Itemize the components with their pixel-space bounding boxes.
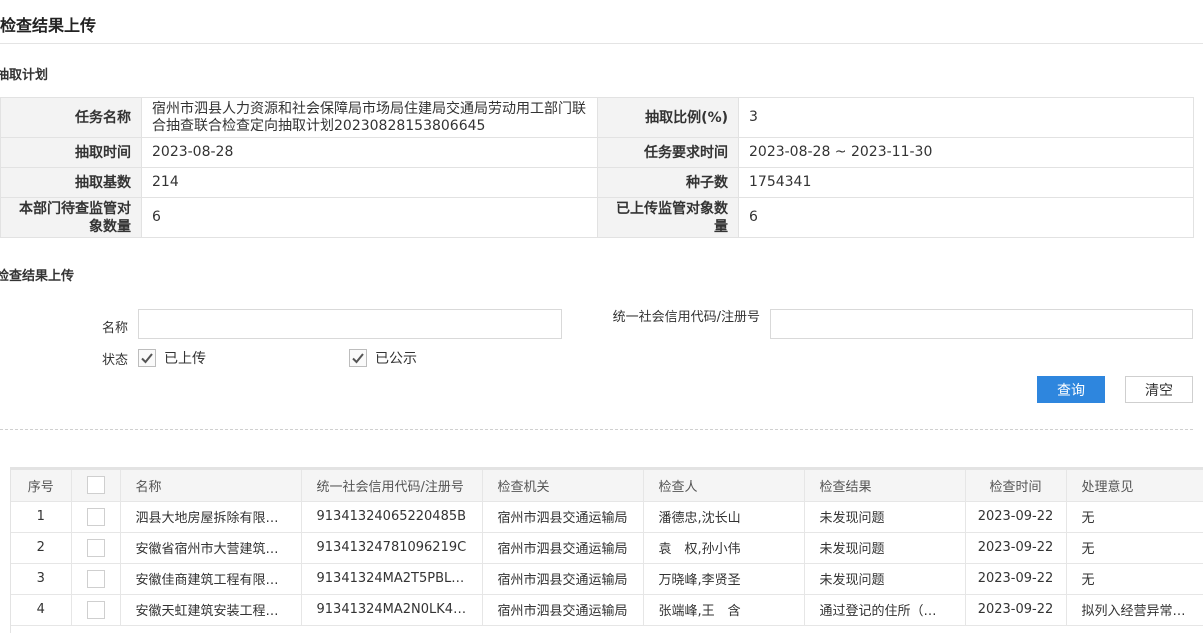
plan-info-table: 任务名称 宿州市泗县人力资源和社会保障局市场局住建局交通局劳动用工部门联合抽查联… <box>0 97 1194 238</box>
seed-value: 1754341 <box>738 167 1194 198</box>
credit-code-label: 统一社会信用代码/注册号 <box>612 310 760 325</box>
ratio-value: 3 <box>738 97 1194 138</box>
row-select[interactable] <box>71 594 121 626</box>
row-credit-code: 91341324065220485B <box>301 501 483 533</box>
row-agency: 宿州市泗县交通运输局 <box>482 532 644 564</box>
row-agency: 宿州市泗县交通运输局 <box>482 501 644 533</box>
col-inspector-header: 检查人 <box>643 470 805 502</box>
row-time: 2023-09-22 <box>965 501 1067 533</box>
row-opinion: 无 <box>1066 532 1203 564</box>
clear-button[interactable]: 清空 <box>1125 376 1193 403</box>
col-index-header: 序号 <box>11 470 72 502</box>
row-select[interactable] <box>71 532 121 564</box>
time-value: 2023-08-28 <box>141 137 598 168</box>
row-name: 泗县大地房屋拆除有限公司 <box>120 501 302 533</box>
row-result: 未发现问题 <box>804 532 966 564</box>
status-uploaded-label: 已上传 <box>164 351 206 367</box>
row-inspector: 袁 权,孙小伟 <box>643 532 805 564</box>
row-credit-code: 91341324MA2N0LK49H <box>301 594 483 626</box>
row-inspector: 潘德忠,沈长山 <box>643 501 805 533</box>
seed-label: 种子数 <box>597 167 739 198</box>
row-name: 安徽省宿州市大营建筑安装工程有限公司 <box>120 532 302 564</box>
query-button[interactable]: 查询 <box>1037 376 1105 403</box>
base-label: 抽取基数 <box>0 167 142 198</box>
row-time: 2023-09-22 <box>965 532 1067 564</box>
checkmark-icon <box>138 349 156 367</box>
row-agency: 宿州市泗县交通运输局 <box>482 594 644 626</box>
col-opinion-header: 处理意见 <box>1066 470 1203 502</box>
status-label: 状态 <box>101 353 128 368</box>
table-row[interactable]: 4 安徽天虹建筑安装工程有限公司 91341324MA2N0LK49H 宿州市泗… <box>11 594 1203 626</box>
task-name-value: 宿州市泗县人力资源和社会保障局市场局住建局交通局劳动用工部门联合抽查联合检查定向… <box>141 97 598 138</box>
checkmark-icon <box>349 349 367 367</box>
uploaded-label: 已上传监管对象数量 <box>597 197 739 238</box>
row-checkbox[interactable] <box>86 507 105 526</box>
credit-code-input[interactable] <box>770 309 1193 339</box>
table-row[interactable]: 3 安徽佳商建筑工程有限责任公司 91341324MA2T5PBL4U 宿州市泗… <box>11 563 1203 595</box>
pending-label: 本部门待查监管对象数量 <box>0 197 142 238</box>
row-index: 2 <box>11 532 72 564</box>
ratio-label: 抽取比例(%) <box>597 97 739 138</box>
row-result: 未发现问题 <box>804 563 966 595</box>
time-label: 抽取时间 <box>0 137 142 168</box>
pending-value: 6 <box>141 197 598 238</box>
row-opinion: 无 <box>1066 563 1203 595</box>
required-time-value: 2023-08-28 ~ 2023-11-30 <box>738 137 1194 168</box>
row-checkbox[interactable] <box>86 569 105 588</box>
table-row[interactable]: 2 安徽省宿州市大营建筑安装工程有限公司 91341324781096219C … <box>11 532 1203 564</box>
uploaded-value: 6 <box>738 197 1194 238</box>
col-agency-header: 检查机关 <box>482 470 644 502</box>
row-time: 2023-09-22 <box>965 563 1067 595</box>
select-all-checkbox[interactable] <box>86 476 105 495</box>
col-result-header: 检查结果 <box>804 470 966 502</box>
title-divider <box>0 43 1203 44</box>
row-checkbox[interactable] <box>86 538 105 557</box>
row-agency: 宿州市泗县交通运输局 <box>482 563 644 595</box>
row-time: 2023-09-22 <box>965 594 1067 626</box>
results-grid: 序号 名称 统一社会信用代码/注册号 检查机关 检查人 检查结果 检查时间 处理… <box>10 467 1203 633</box>
row-result: 未发现问题 <box>804 501 966 533</box>
row-opinion: 拟列入经营异常名录 <box>1066 594 1203 626</box>
name-label: 名称 <box>101 321 128 336</box>
table-row[interactable]: 1 泗县大地房屋拆除有限公司 91341324065220485B 宿州市泗县交… <box>11 501 1203 533</box>
row-index: 3 <box>11 563 72 595</box>
row-select[interactable] <box>71 563 121 595</box>
row-select[interactable] <box>71 501 121 533</box>
name-input[interactable] <box>138 309 562 339</box>
row-index: 4 <box>11 594 72 626</box>
row-opinion: 无 <box>1066 501 1203 533</box>
plan-section-title: 抽取计划 <box>0 68 49 83</box>
row-index: 1 <box>11 501 72 533</box>
page-title: 检查结果上传 <box>0 16 97 35</box>
row-name: 安徽天虹建筑安装工程有限公司 <box>120 594 302 626</box>
row-checkbox[interactable] <box>86 600 105 619</box>
status-uploaded-checkbox[interactable]: 已上传 <box>138 348 206 368</box>
col-select-all[interactable] <box>71 470 121 502</box>
table-header-row: 序号 名称 统一社会信用代码/注册号 检查机关 检查人 检查结果 检查时间 处理… <box>11 470 1203 502</box>
col-name-header: 名称 <box>120 470 302 502</box>
status-published-checkbox[interactable]: 已公示 <box>349 348 417 368</box>
status-published-label: 已公示 <box>375 351 417 367</box>
row-credit-code: 91341324MA2T5PBL4U <box>301 563 483 595</box>
section-divider <box>0 429 1193 430</box>
row-inspector: 张端峰,王 含 <box>643 594 805 626</box>
upload-section-title: 检查结果上传 <box>0 269 75 284</box>
row-result: 通过登记的住所（经营场所）无法联系 <box>804 594 966 626</box>
col-time-header: 检查时间 <box>965 470 1067 502</box>
task-name-label: 任务名称 <box>0 97 142 138</box>
base-value: 214 <box>141 167 598 198</box>
required-time-label: 任务要求时间 <box>597 137 739 168</box>
row-credit-code: 91341324781096219C <box>301 532 483 564</box>
row-name: 安徽佳商建筑工程有限责任公司 <box>120 563 302 595</box>
col-credit-header: 统一社会信用代码/注册号 <box>301 470 483 502</box>
row-inspector: 万晓峰,李贤圣 <box>643 563 805 595</box>
results-table: 序号 名称 统一社会信用代码/注册号 检查机关 检查人 检查结果 检查时间 处理… <box>11 470 1203 626</box>
